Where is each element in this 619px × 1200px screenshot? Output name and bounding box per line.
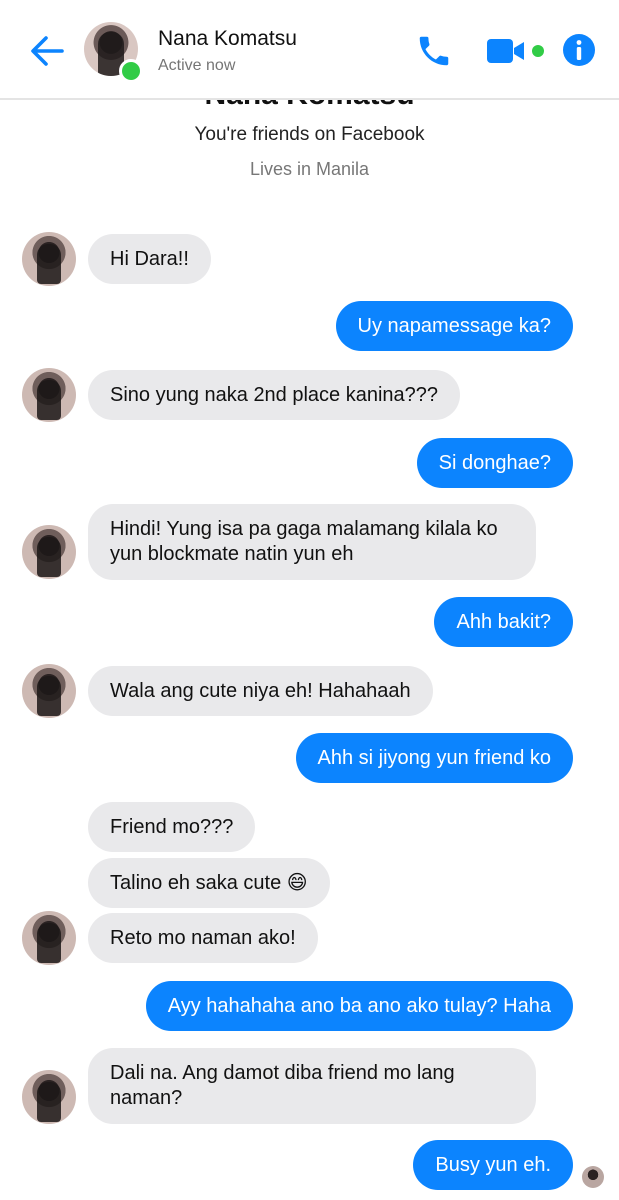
message-received[interactable]: Hi Dara!!: [88, 234, 211, 284]
phone-icon[interactable]: [414, 32, 454, 70]
contact-name[interactable]: Nana Komatsu: [158, 27, 297, 51]
message-received[interactable]: Dali na. Ang damot diba friend mo lang n…: [88, 1048, 536, 1124]
message-sent[interactable]: Busy yun eh.: [413, 1140, 573, 1190]
sender-avatar[interactable]: [22, 368, 76, 422]
seen-indicator-avatar: [582, 1166, 604, 1188]
sender-avatar[interactable]: [22, 1070, 76, 1124]
active-status: Active now: [158, 57, 236, 74]
message-received[interactable]: Hindi! Yung isa pa gaga malamang kilala …: [88, 504, 536, 580]
friends-status-text: You're friends on Facebook: [194, 124, 425, 145]
sender-avatar[interactable]: [22, 664, 76, 718]
sender-avatar[interactable]: [22, 911, 76, 965]
message-sent[interactable]: Ahh si jiyong yun friend ko: [295, 733, 573, 783]
message-sent[interactable]: Si donghae?: [416, 438, 573, 488]
message-received[interactable]: Sino yung naka 2nd place kanina???: [88, 370, 461, 420]
location-text: Lives in Manila: [249, 159, 370, 179]
video-online-dot: [532, 45, 544, 57]
video-camera-icon[interactable]: [486, 36, 526, 66]
back-arrow-icon[interactable]: [28, 32, 66, 70]
message-sent[interactable]: Uy napamessage ka?: [335, 301, 573, 351]
message-received[interactable]: Reto mo naman ako!: [88, 913, 318, 963]
message-received[interactable]: Talino eh saka cute 😄: [88, 858, 330, 908]
message-received[interactable]: Friend mo???: [88, 802, 256, 852]
conversation-header: Nana Komatsu Active now: [0, 0, 619, 100]
sender-avatar[interactable]: [22, 525, 76, 579]
sender-avatar[interactable]: [22, 232, 76, 286]
info-icon[interactable]: [563, 34, 595, 66]
message-sent[interactable]: Ahh bakit?: [434, 597, 573, 647]
message-received[interactable]: Wala ang cute niya eh! Hahahaah: [88, 666, 433, 716]
message-sent[interactable]: Ayy hahahaha ano ba ano ako tulay? Haha: [145, 981, 573, 1031]
online-status-dot: [119, 59, 143, 83]
